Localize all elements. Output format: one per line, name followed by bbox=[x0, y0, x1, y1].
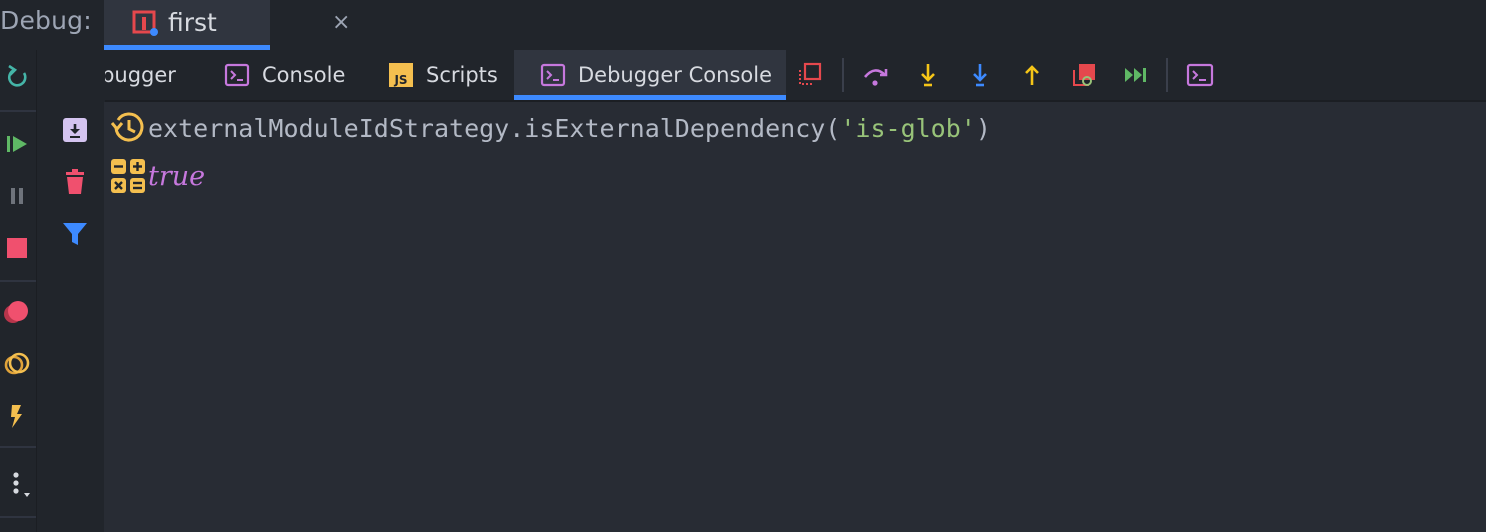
toolbar-separator bbox=[0, 280, 36, 282]
npm-run-icon bbox=[132, 10, 158, 36]
close-icon[interactable]: × bbox=[332, 11, 350, 35]
step-over-icon[interactable] bbox=[862, 61, 890, 89]
tab-console[interactable]: Console bbox=[224, 50, 364, 100]
more-icon[interactable] bbox=[3, 470, 31, 498]
tab-label: Debugger Console bbox=[578, 63, 772, 87]
console-icon bbox=[224, 63, 250, 87]
debug-tool-window-header: Debug: first × bbox=[0, 0, 1486, 50]
force-step-into-icon[interactable] bbox=[966, 61, 994, 89]
step-into-icon[interactable] bbox=[914, 61, 942, 89]
tab-label: Console bbox=[262, 63, 346, 87]
toolbar-separator bbox=[1166, 58, 1168, 92]
toolbar-separator bbox=[0, 110, 36, 112]
debug-left-toolbar bbox=[0, 50, 36, 532]
toolbar-separator bbox=[842, 58, 844, 92]
console-result-value: true bbox=[148, 160, 206, 192]
rerun-icon[interactable] bbox=[3, 63, 31, 91]
run-config-tab[interactable]: first × bbox=[104, 0, 350, 50]
mute-breakpoints-icon[interactable] bbox=[3, 350, 31, 378]
calculator-icon bbox=[111, 159, 145, 193]
debugger-console-output[interactable]: externalModuleIdStrategy.isExternalDepen… bbox=[104, 102, 1486, 532]
svg-text:JS: JS bbox=[393, 73, 407, 87]
lightning-icon[interactable] bbox=[3, 402, 31, 430]
step-out-icon[interactable] bbox=[1018, 61, 1046, 89]
run-tab-label: first bbox=[168, 8, 217, 37]
console-string-literal: 'is-glob' bbox=[840, 113, 976, 143]
evaluate-expression-icon[interactable] bbox=[1186, 61, 1214, 89]
view-breakpoints-icon[interactable] bbox=[3, 298, 31, 326]
console-expression-suffix: ) bbox=[975, 113, 991, 143]
resume-icon[interactable] bbox=[3, 130, 31, 158]
tab-scripts[interactable]: JS Scripts bbox=[388, 50, 518, 100]
console-expression: externalModuleIdStrategy.isExternalDepen… bbox=[148, 113, 841, 143]
tab-debugger-console[interactable]: Debugger Console bbox=[514, 50, 786, 100]
console-side-toolbar bbox=[36, 50, 105, 532]
console-input-line[interactable]: externalModuleIdStrategy.isExternalDepen… bbox=[110, 110, 991, 146]
js-file-icon: JS bbox=[389, 63, 413, 87]
show-execution-point-icon[interactable] bbox=[796, 61, 824, 89]
history-icon bbox=[110, 112, 144, 142]
debug-window: Debug: first × Debugger Console JS Scrip… bbox=[0, 0, 1486, 532]
stop-icon[interactable] bbox=[3, 234, 31, 262]
scroll-to-end-icon[interactable] bbox=[61, 116, 89, 144]
clear-all-icon[interactable] bbox=[61, 168, 89, 196]
debug-label: Debug: bbox=[0, 6, 92, 35]
console-output-line: true bbox=[110, 158, 205, 194]
filter-icon[interactable] bbox=[61, 220, 89, 248]
debugger-tabs-bar: Debugger Console JS Scripts Debugger Con… bbox=[36, 50, 1486, 100]
console-icon bbox=[540, 63, 566, 87]
drop-frame-icon[interactable] bbox=[1070, 61, 1098, 89]
toolbar-separator bbox=[0, 516, 36, 518]
tab-label: Scripts bbox=[426, 63, 498, 87]
pause-icon[interactable] bbox=[3, 182, 31, 210]
run-to-cursor-icon[interactable] bbox=[1122, 61, 1150, 89]
toolbar-separator bbox=[0, 446, 36, 448]
